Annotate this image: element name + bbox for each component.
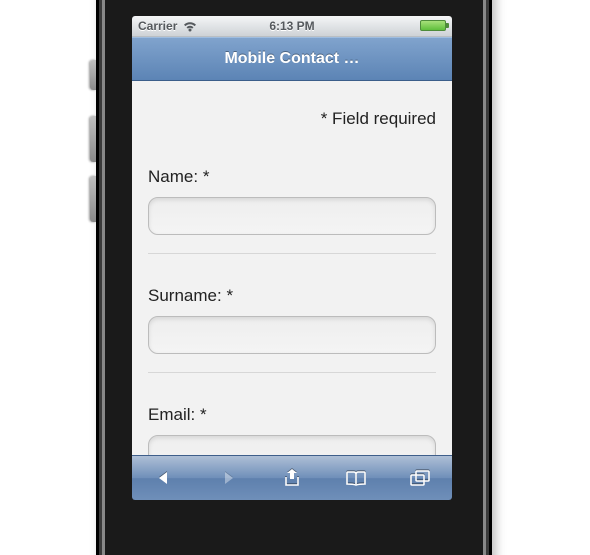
- form-content: * Field required Name: * Surname: *: [132, 81, 452, 459]
- required-marker: *: [200, 405, 207, 424]
- required-marker: *: [203, 167, 210, 186]
- required-marker: *: [226, 286, 233, 305]
- forward-icon[interactable]: [216, 466, 240, 490]
- page-title: Mobile Contact …: [224, 50, 359, 68]
- field-surname: Surname: *: [148, 278, 436, 373]
- page-header: Mobile Contact …: [132, 37, 452, 81]
- status-bar: Carrier 6:13 PM: [132, 16, 452, 37]
- volume-up-button: [90, 116, 96, 162]
- tabs-icon[interactable]: [408, 466, 432, 490]
- browser-toolbar: [132, 455, 452, 500]
- label-surname: Surname: *: [148, 286, 233, 305]
- clock: 6:13 PM: [269, 19, 314, 33]
- carrier-label: Carrier: [132, 19, 177, 33]
- label-email: Email: *: [148, 405, 207, 424]
- battery-icon: [420, 20, 446, 31]
- bookmarks-icon[interactable]: [344, 466, 368, 490]
- input-name[interactable]: [148, 197, 436, 235]
- required-note: * Field required: [148, 81, 436, 159]
- device-iphone: Carrier 6:13 PM Mobile Contact … * Field…: [96, 0, 492, 555]
- back-icon[interactable]: [152, 466, 176, 490]
- volume-down-button: [90, 176, 96, 222]
- wifi-icon: [183, 21, 197, 32]
- field-email: Email: *: [148, 397, 436, 459]
- label-name: Name: *: [148, 167, 209, 186]
- input-surname[interactable]: [148, 316, 436, 354]
- field-name: Name: *: [148, 159, 436, 254]
- screen: Carrier 6:13 PM Mobile Contact … * Field…: [132, 16, 452, 500]
- mute-switch: [90, 60, 96, 90]
- share-icon[interactable]: [280, 466, 304, 490]
